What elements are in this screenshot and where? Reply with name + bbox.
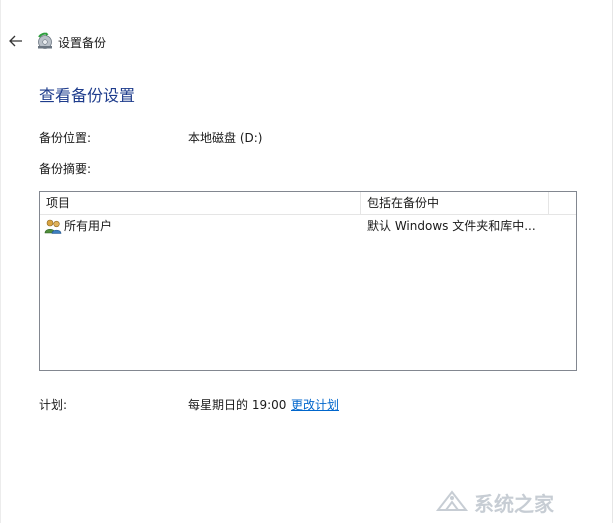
back-button[interactable] [6,30,26,52]
row-item-cell: 所有用户 [44,215,354,237]
window-title: 设置备份 [58,36,107,50]
users-icon [44,219,62,234]
backup-location-value: 本地磁盘 (D:) [188,131,263,145]
backup-app-icon [38,32,52,49]
backup-settings-window: 设置备份 查看备份设置 备份位置: 本地磁盘 (D:) 备份摘要: 项目 包括在… [0,0,613,523]
row-included-cell: 默认 Windows 文件夹和库中... [367,219,536,233]
row-item-label: 所有用户 [64,219,113,233]
title-bar: 设置备份 [0,28,613,54]
schedule-label: 计划: [39,398,68,412]
backup-summary-table[interactable]: 项目 包括在备份中 所有用户 默认 Windows 文件夹和库中... [39,191,577,371]
watermark: 系统之家 [434,487,604,517]
change-schedule-link[interactable]: 更改计划 [291,396,339,413]
watermark-text: 系统之家 [474,491,554,516]
column-header-empty [549,192,576,214]
table-header: 项目 包括在备份中 [40,192,576,215]
window-left-border [0,0,1,523]
column-header-item[interactable]: 项目 [40,192,361,214]
watermark-logo-icon [435,490,469,511]
arrow-left-icon [9,35,22,47]
page-heading: 查看备份设置 [39,86,136,105]
schedule-value: 每星期日的 19:00 [188,398,287,412]
column-header-included[interactable]: 包括在备份中 [361,192,549,214]
backup-location-label: 备份位置: [39,131,92,145]
table-row[interactable]: 所有用户 默认 Windows 文件夹和库中... [40,215,576,237]
backup-summary-label: 备份摘要: [39,162,92,176]
